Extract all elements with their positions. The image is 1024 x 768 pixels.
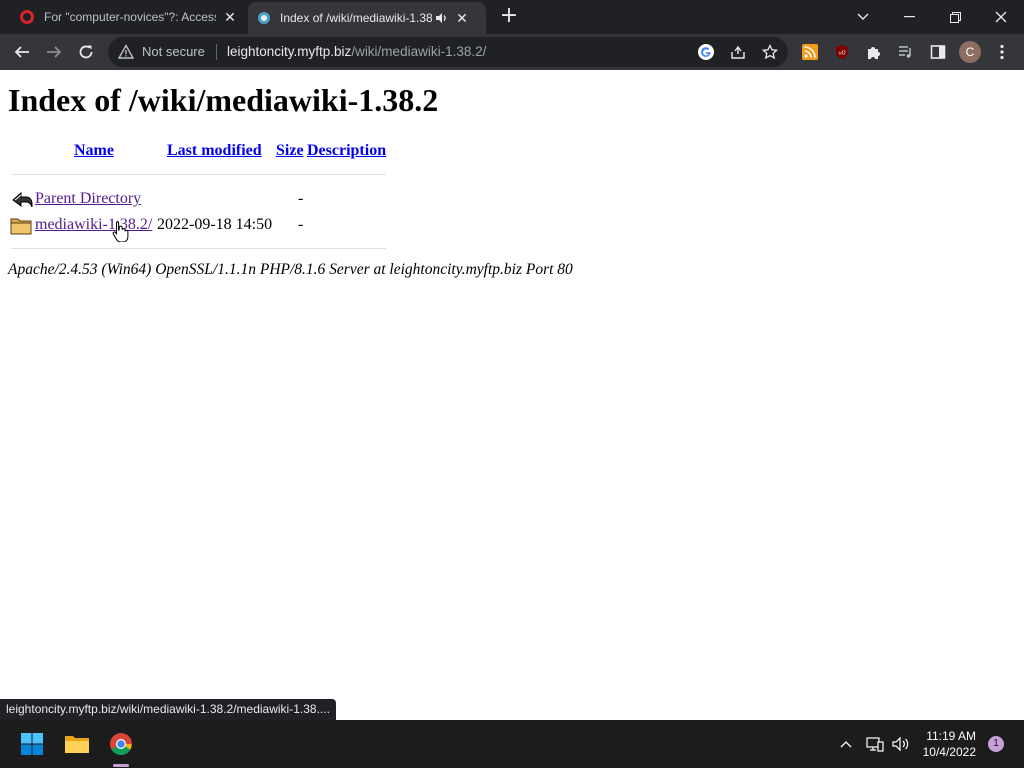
avatar-initial: C: [965, 45, 975, 59]
google-lens-button[interactable]: [695, 41, 717, 63]
bookmark-button[interactable]: [759, 41, 781, 63]
avatar: C: [959, 41, 981, 63]
url-text[interactable]: leightoncity.myftp.biz/wiki/mediawiki-1.…: [227, 44, 486, 59]
show-hidden-icons-button[interactable]: [830, 726, 862, 762]
mediawiki-folder-link[interactable]: mediawiki-1.38.2/: [35, 216, 152, 234]
opera-favicon-icon: [20, 10, 34, 24]
tab-title: For "computer-novices"?: Access: [44, 10, 216, 24]
google-icon: [698, 44, 714, 60]
column-header-last-modified[interactable]: Last modified: [167, 142, 262, 160]
folder-icon: [65, 736, 89, 753]
share-icon: [731, 45, 745, 59]
rss-icon: [802, 44, 818, 60]
chevron-down-icon: [857, 13, 869, 20]
close-tab-icon[interactable]: ✕: [454, 10, 470, 26]
minimize-icon: [903, 16, 915, 18]
column-header-name[interactable]: Name: [74, 142, 114, 160]
speaker-icon: [892, 736, 909, 752]
volume-button[interactable]: [886, 726, 916, 762]
forward-button[interactable]: [40, 38, 68, 66]
size-cell: -: [298, 190, 304, 207]
column-header-description[interactable]: Description: [307, 142, 386, 160]
restore-button[interactable]: [932, 0, 978, 34]
close-window-button[interactable]: [978, 0, 1024, 34]
status-url-bubble: leightoncity.myftp.biz/wiki/mediawiki-1.…: [0, 699, 336, 720]
not-secure-label[interactable]: Not secure: [142, 44, 205, 59]
server-signature: Apache/2.4.53 (Win64) OpenSSL/1.1.1n PHP…: [8, 261, 573, 278]
share-button[interactable]: [727, 41, 749, 63]
start-button[interactable]: [14, 726, 50, 762]
size-cell: -: [298, 216, 304, 233]
tab-search-button[interactable]: [840, 0, 886, 34]
more-vert-icon: [1000, 44, 1004, 60]
file-explorer-button[interactable]: [59, 726, 95, 762]
chrome-taskbar-button[interactable]: [103, 726, 139, 762]
page-title: Index of /wiki/mediawiki-1.38.2: [8, 82, 439, 118]
hand-cursor-icon: [112, 221, 129, 242]
ublock-icon: uO: [836, 45, 848, 59]
clock-time: 11:19 AM: [926, 729, 976, 743]
browser-toolbar: Not secure leightoncity.myftp.biz/wiki/m…: [0, 34, 1024, 70]
page-content: Index of /wiki/mediawiki-1.38.2 Name Las…: [0, 70, 1024, 720]
site-favicon-icon: [258, 12, 270, 24]
divider: [11, 248, 386, 249]
tab-index-of-mediawiki[interactable]: Index of /wiki/mediawiki-1.38.2/ ✕: [248, 2, 486, 34]
chrome-menu-button[interactable]: [988, 38, 1016, 66]
reload-icon: [79, 45, 93, 59]
folder-icon: [10, 218, 32, 235]
close-tab-icon[interactable]: ✕: [222, 9, 238, 25]
side-panel-icon: [930, 45, 946, 59]
divider: [216, 44, 217, 60]
url-path: /wiki/mediawiki-1.38.2/: [351, 44, 487, 59]
close-icon: [995, 11, 1007, 23]
notification-badge[interactable]: 1: [988, 736, 1004, 752]
back-arrow-icon: [12, 191, 33, 208]
puzzle-icon: [868, 47, 880, 59]
active-app-indicator: [113, 764, 129, 767]
extensions-button[interactable]: [860, 38, 888, 66]
tab-title: Index of /wiki/mediawiki-1.38.2/: [280, 11, 432, 25]
network-icon: [866, 737, 884, 752]
chrome-icon: [110, 733, 132, 755]
media-controls-button[interactable]: [892, 38, 920, 66]
taskbar: 11:19 AM 10/4/2022 1: [0, 720, 1024, 768]
address-bar[interactable]: Not secure leightoncity.myftp.biz/wiki/m…: [108, 37, 788, 67]
media-queue-icon: [899, 46, 911, 58]
new-tab-button[interactable]: +: [498, 5, 520, 28]
star-icon: [762, 44, 778, 60]
url-host: leightoncity.myftp.biz: [227, 44, 352, 59]
rss-extension-button[interactable]: [796, 38, 824, 66]
column-header-size[interactable]: Size: [276, 142, 304, 160]
back-button[interactable]: [8, 38, 36, 66]
ublock-extension-button[interactable]: uO: [828, 38, 856, 66]
warning-icon[interactable]: [118, 44, 134, 60]
svg-text:uO: uO: [838, 51, 845, 57]
divider: [11, 174, 386, 175]
reload-button[interactable]: [72, 38, 100, 66]
back-arrow-icon: [14, 46, 29, 58]
profile-button[interactable]: C: [956, 38, 984, 66]
minimize-button[interactable]: [886, 0, 932, 34]
windows-icon: [21, 733, 43, 755]
clock-date: 10/4/2022: [922, 745, 976, 759]
parent-directory-link[interactable]: Parent Directory: [35, 190, 141, 208]
restore-icon: [949, 11, 961, 23]
tab-computer-novices[interactable]: For "computer-novices"?: Access ✕: [8, 0, 248, 34]
tab-strip: For "computer-novices"?: Access ✕ Index …: [0, 0, 1024, 34]
chevron-up-icon: [840, 741, 852, 748]
last-modified-cell: 2022-09-18 14:50: [157, 216, 273, 233]
side-panel-button[interactable]: [924, 38, 952, 66]
speaker-icon[interactable]: [434, 11, 448, 25]
clock[interactable]: 11:19 AM 10/4/2022: [923, 728, 976, 760]
forward-arrow-icon: [47, 46, 62, 58]
